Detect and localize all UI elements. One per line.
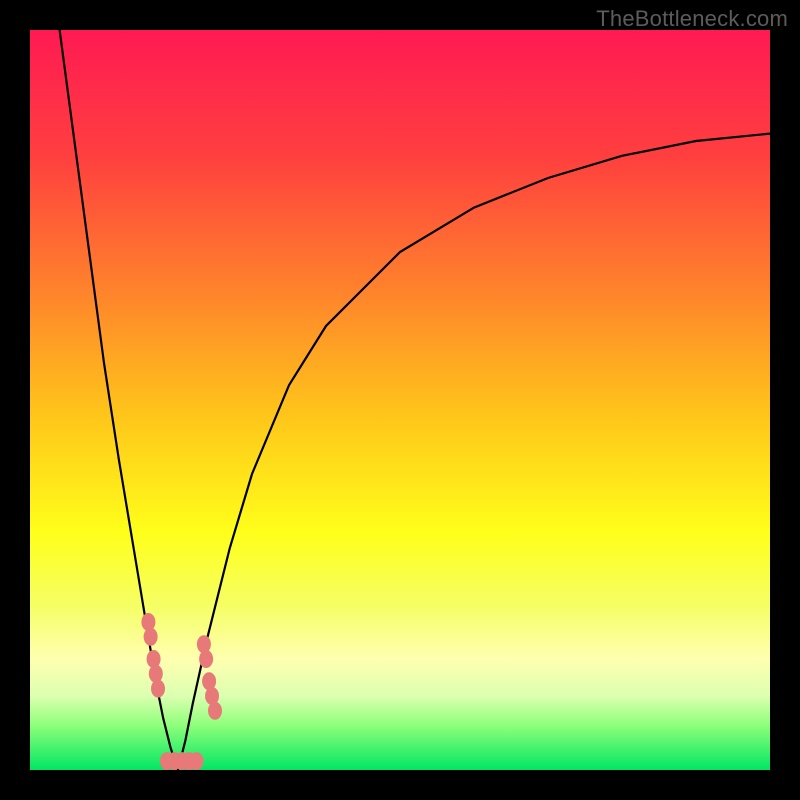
marker-point <box>208 702 222 720</box>
watermark-text: TheBottleneck.com <box>596 6 788 32</box>
marker-point <box>144 628 158 646</box>
chart-frame: TheBottleneck.com <box>0 0 800 800</box>
bottleneck-chart <box>30 30 770 770</box>
gradient-rect <box>30 30 770 770</box>
marker-point <box>190 752 204 770</box>
marker-point <box>199 650 213 668</box>
marker-point <box>151 680 165 698</box>
